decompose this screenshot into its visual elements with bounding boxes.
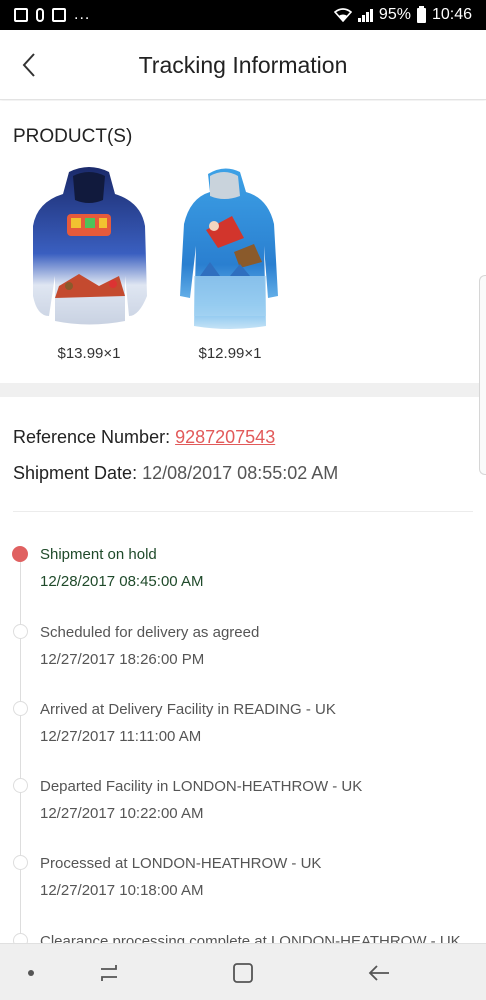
battery-icon [416,5,426,23]
reference-number-row: Reference Number: 9287207543 [13,427,275,448]
dot-icon [28,970,34,976]
product-item[interactable]: $13.99×1 [29,166,149,362]
timeline-dot [13,701,28,716]
timeline-dot [13,624,28,639]
reference-number-label: Reference Number: [13,427,171,447]
section-divider [0,383,486,397]
timeline-status: Arrived at Delivery Facility in READING … [40,701,336,718]
recent-apps-button[interactable] [94,958,124,988]
timeline-time: 12/27/2017 18:26:00 PM [40,651,205,668]
timeline-item: Scheduled for delivery as agreed 12/27/2… [0,593,486,671]
signal-icon [357,8,373,22]
product-image-hoodie-dress [180,168,278,329]
page-title: Tracking Information [138,52,348,78]
timeline-status: Processed at LONDON-HEATHROW - UK [40,855,322,872]
products-section: PRODUCT(S) $13.99×1 $12.99×1 [0,101,486,383]
product-price: $12.99×1 [198,345,262,362]
timeline-status: Scheduled for delivery as agreed [40,624,260,641]
timeline-dot [13,855,28,870]
wifi-icon [333,8,352,22]
back-arrow-icon [368,965,389,981]
status-right: 95% 10:46 [333,5,472,24]
product-price: $13.99×1 [57,345,121,362]
timeline-status: Clearance processing complete at LONDON-… [40,933,461,943]
image-icon [14,8,28,22]
timeline-dot [13,933,28,943]
status-left: ... [14,6,90,24]
microphone-icon [36,8,44,22]
timeline-item: Clearance processing complete at LONDON-… [0,902,486,943]
product-image-hoodie [33,167,147,325]
battery-percent: 95% [378,6,411,23]
home-button[interactable] [228,958,258,988]
timeline-item: Arrived at Delivery Facility in READING … [0,670,486,748]
reference-number-link[interactable]: 9287207543 [175,427,275,447]
products-heading: PRODUCT(S) [13,126,133,147]
timeline-time: 12/27/2017 11:11:00 AM [40,728,202,745]
product-item[interactable]: $12.99×1 [170,166,290,362]
shipment-date-label: Shipment Date: [13,463,138,483]
reference-section: Reference Number: 9287207543 Shipment Da… [0,397,486,515]
shipment-date-value: 12/08/2017 08:55:02 AM [142,463,339,483]
tracking-timeline[interactable]: Shipment on hold 12/28/2017 08:45:00 AM … [0,515,486,943]
status-time: 10:46 [431,6,472,23]
timeline-time: 12/27/2017 10:18:00 AM [40,882,204,899]
timeline-time: 12/27/2017 10:22:00 AM [40,805,204,822]
recent-apps-icon [101,965,117,981]
edge-panel-handle[interactable] [479,275,486,475]
timeline-item: Shipment on hold 12/28/2017 08:45:00 AM [0,515,486,593]
system-back-button[interactable] [364,958,394,988]
home-icon [233,963,253,983]
timeline-time: 12/28/2017 08:45:00 AM [40,573,204,590]
nav-dot-button[interactable] [16,958,46,988]
timeline-dot-active [12,546,28,562]
timeline-item: Departed Facility in LONDON-HEATHROW - U… [0,747,486,825]
system-nav-bar [0,943,486,1000]
timeline-status: Departed Facility in LONDON-HEATHROW - U… [40,778,363,795]
divider [13,511,473,512]
timeline-item: Processed at LONDON-HEATHROW - UK 12/27/… [0,824,486,902]
timeline-dot [13,778,28,793]
timeline-status: Shipment on hold [40,546,157,563]
more-notifications-text: ... [74,6,91,23]
shipment-date-row: Shipment Date: 12/08/2017 08:55:02 AM [13,463,338,484]
status-bar: ... 95% 10:46 [0,0,486,30]
app-header: Tracking Information [0,30,486,100]
app-notification-icon [52,8,66,22]
